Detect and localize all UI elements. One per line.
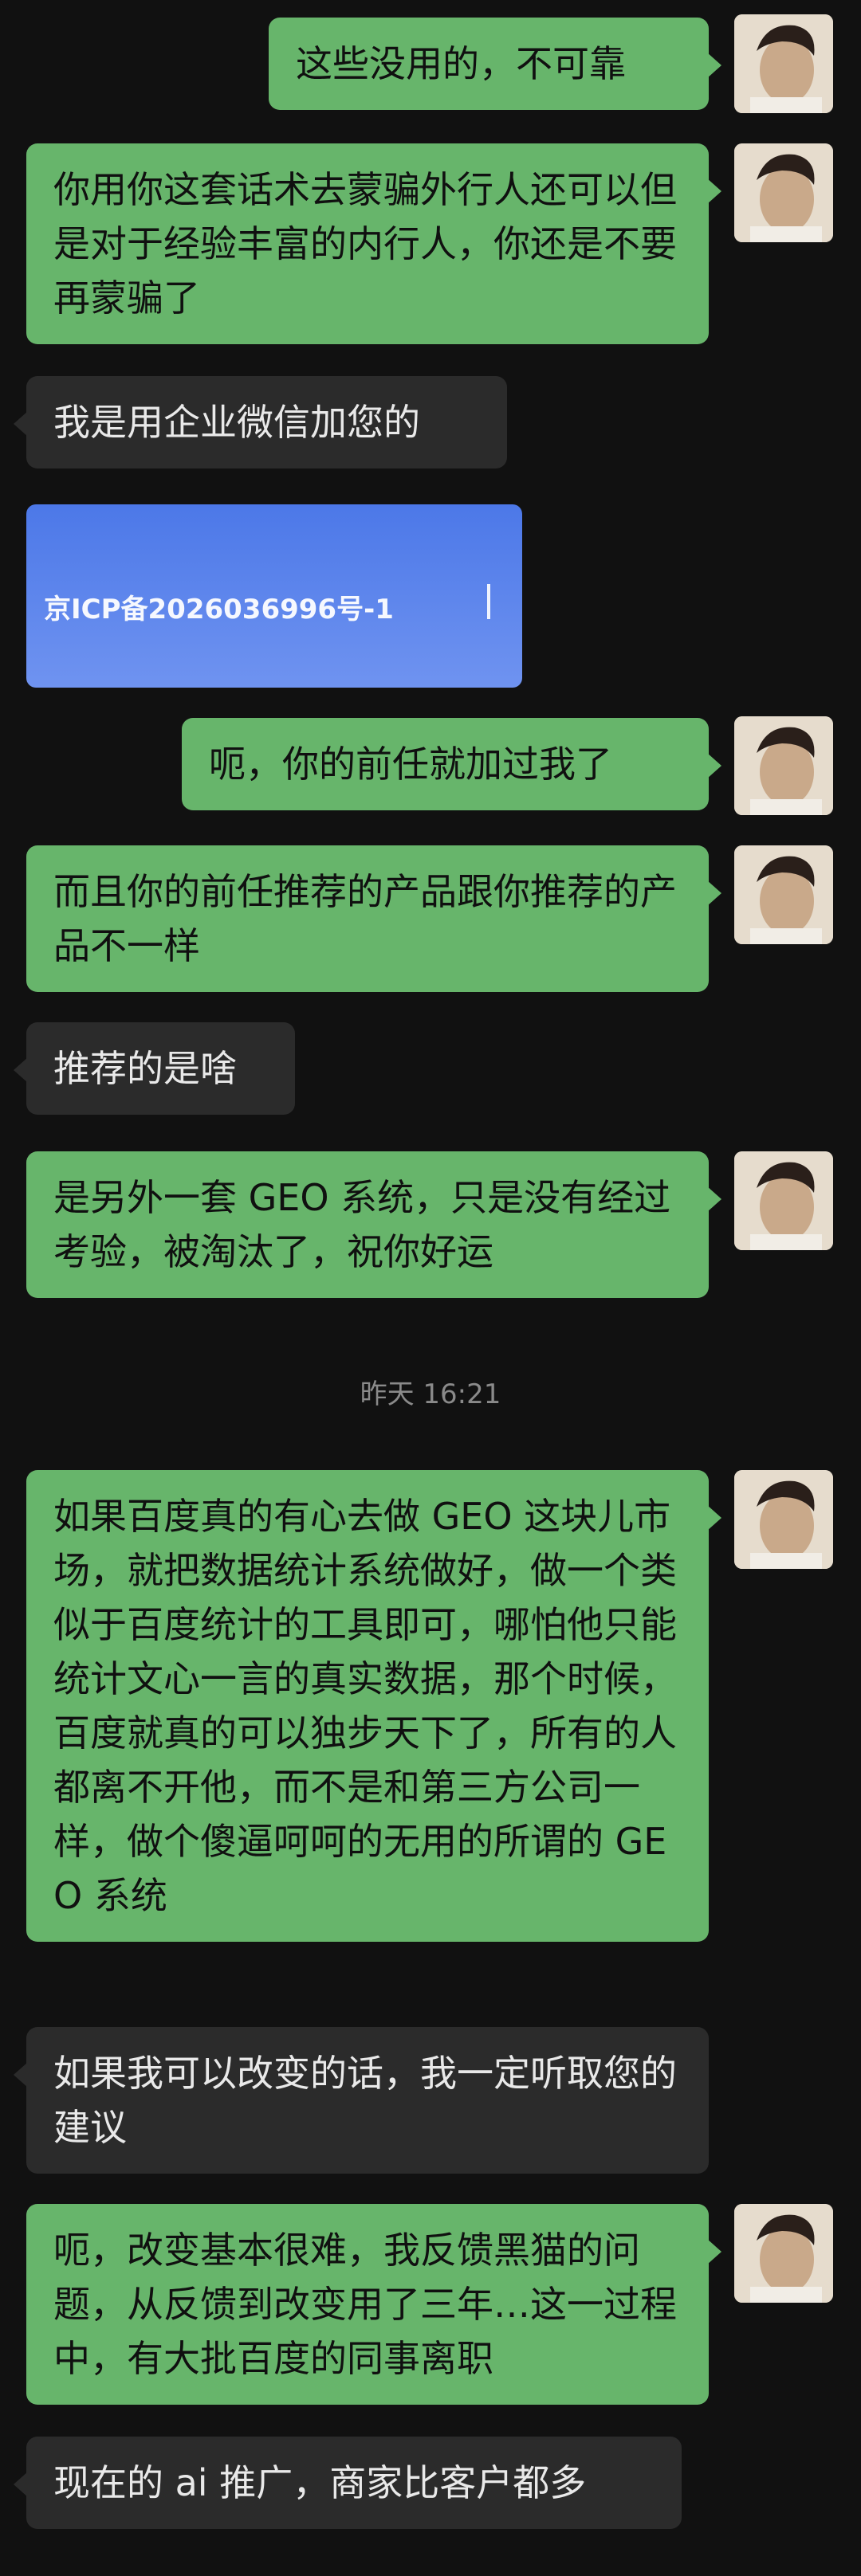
avatar[interactable] [734, 1151, 833, 1250]
avatar[interactable] [734, 716, 833, 815]
message-bubble[interactable]: 呃，改变基本很难，我反馈黑猫的问题，从反馈到改变用了三年…这一过程中，有大批百度… [26, 2204, 721, 2405]
image-caption-text: 京ICP备2026036996号-1 [44, 594, 394, 625]
image-divider [487, 584, 490, 619]
avatar[interactable] [734, 1470, 833, 1569]
message-bubble[interactable]: 呃，你的前任就加过我了 [182, 718, 721, 810]
message-bubble[interactable]: 你用你这套话术去蒙骗外行人还可以但是对于经验丰富的内行人，你还是不要再蒙骗了 [26, 143, 721, 344]
message-bubble[interactable]: 现在的 ai 推广，商家比客户都多 [14, 2437, 682, 2529]
message-bubble[interactable]: 而且你的前任推荐的产品跟你推荐的产品不一样 [26, 845, 721, 992]
avatar[interactable] [734, 845, 833, 944]
avatar[interactable] [734, 143, 833, 242]
avatar[interactable] [734, 2204, 833, 2303]
message-bubble[interactable]: 如果百度真的有心去做 GEO 这块儿市场，就把数据统计系统做好，做一个类似于百度… [26, 1470, 721, 1942]
image-message[interactable]: 京ICP备2026036996号-1 [26, 504, 522, 688]
message-bubble[interactable]: 这些没用的，不可靠 [269, 18, 721, 110]
message-bubble[interactable]: 推荐的是啥 [14, 1022, 295, 1115]
message-bubble[interactable]: 我是用企业微信加您的 [14, 376, 507, 469]
message-bubble[interactable]: 是另外一套 GEO 系统，只是没有经过考验，被淘汰了，祝你好运 [26, 1151, 721, 1298]
avatar[interactable] [734, 14, 833, 113]
message-bubble[interactable]: 如果我可以改变的话，我一定听取您的建议 [14, 2027, 709, 2174]
timestamp-label: 昨天 16:21 [360, 1378, 501, 1410]
